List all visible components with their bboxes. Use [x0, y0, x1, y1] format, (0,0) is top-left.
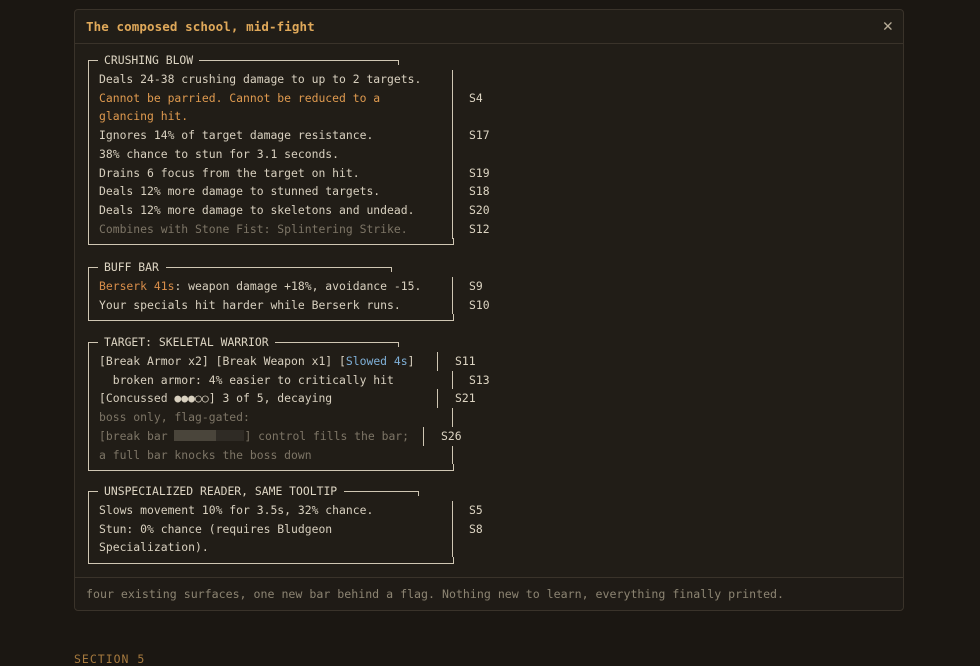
slowed-debuff: Slowed 4s: [345, 353, 408, 368]
tooltip-line: Your specials hit harder while Berserk r…: [86, 295, 806, 315]
tooltip-line: a full bar knocks the boss down: [86, 445, 806, 465]
tooltip-line: 38% chance to stun for 3.1 seconds.: [86, 144, 806, 164]
boss-break-bar: [174, 429, 245, 441]
tooltip-line: boss only, flag-gated:: [86, 408, 806, 427]
target-block: TARGET: SKELETAL WARRIOR [Break Armor x2…: [86, 333, 806, 471]
close-icon[interactable]: ✕: [883, 18, 893, 35]
block-bottom-border: [88, 314, 454, 321]
tooltip-line: Combines with Stone Fist: Splintering St…: [86, 219, 806, 239]
tooltip-line: Drains 6 focus from the target on hit. S1…: [86, 163, 806, 183]
buff-bar-block: BUFF BAR Berserk 41s: weapon damage +18%…: [86, 258, 806, 321]
tooltip-line: Cannot be parried. Cannot be reduced to …: [86, 88, 806, 108]
tooltip-line: Deals 12% more damage to skeletons and u…: [86, 201, 806, 220]
block-bottom-border: [88, 557, 454, 564]
tooltip-line: Stun: 0% chance (requires Bludgeon S8: [86, 519, 806, 539]
crushing-blow-block: CRUSHING BLOW Deals 24-38 crushing damag…: [86, 51, 806, 245]
tooltip-line: Berserk 41s: weapon damage +18%, avoidan…: [86, 276, 806, 296]
tooltip-line: Slows movement 10% for 3.5s, 32% chance.…: [86, 500, 806, 520]
block-bottom-border: [88, 464, 454, 471]
tooltip-line: [Break Armor x2] [Break Weapon x1] [Slow…: [86, 351, 806, 371]
window-header: The composed school, mid-fight ✕: [75, 10, 903, 44]
block-bottom-border: [88, 238, 454, 245]
tooltip-line: glancing hit.: [86, 107, 806, 126]
block-title: CRUSHING BLOW: [104, 53, 194, 67]
window-footer: four existing surfaces, one new bar behi…: [75, 577, 903, 610]
tooltip-line: [break bar ] control fills the bar; S26: [86, 426, 806, 446]
tooltip-window: The composed school, mid-fight ✕ CRUSHIN…: [74, 9, 904, 611]
block-title: BUFF BAR: [104, 260, 159, 274]
block-title: UNSPECIALIZED READER, SAME TOOLTIP: [104, 484, 338, 498]
berserk-buff: Berserk 41s: [99, 278, 175, 293]
block-header: CRUSHING BLOW: [86, 51, 806, 70]
window-body: CRUSHING BLOW Deals 24-38 crushing damag…: [75, 44, 903, 580]
block-header: BUFF BAR: [86, 258, 806, 277]
unspecialized-block: UNSPECIALIZED READER, SAME TOOLTIP Slows…: [86, 482, 806, 564]
tooltip-line: broken armor: 4% easier to critically hi…: [86, 370, 806, 390]
section-label: SECTION 5: [74, 652, 146, 666]
block-title: TARGET: SKELETAL WARRIOR: [104, 335, 269, 349]
window-title: The composed school, mid-fight: [86, 19, 315, 34]
tooltip-line: Specialization).: [86, 538, 806, 557]
block-header: UNSPECIALIZED READER, SAME TOOLTIP: [86, 482, 806, 501]
tooltip-line: [Concussed ●●●○○] 3 of 5, decaying S21: [86, 389, 806, 408]
block-header: TARGET: SKELETAL WARRIOR: [86, 333, 806, 352]
tooltip-line: Deals 12% more damage to stunned targets…: [86, 182, 806, 201]
tooltip-line: Deals 24-38 crushing damage to up to 2 t…: [86, 69, 806, 89]
tooltip-line: Ignores 14% of target damage resistance.…: [86, 126, 806, 145]
